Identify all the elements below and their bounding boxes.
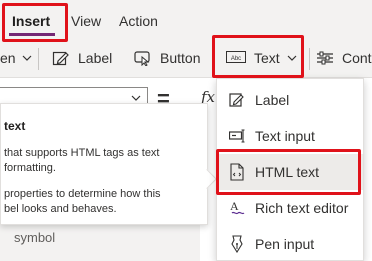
tooltip-line: bel looks and behaves. xyxy=(4,203,117,215)
menu-item-html-text-text: HTML text xyxy=(255,164,320,180)
tab-view[interactable]: View xyxy=(71,13,101,29)
menu-item-rich-text-editor-text: Rich text editor xyxy=(255,200,349,216)
tooltip-title: text xyxy=(4,119,26,133)
tooltip-line: formatting. xyxy=(4,162,56,174)
menu-item-text-input-text: Text input xyxy=(255,128,315,144)
ribbon-divider xyxy=(309,48,310,70)
menu-item-label-text: Label xyxy=(255,92,290,108)
text-button-label: Text xyxy=(254,50,280,66)
tooltip-line: properties to determine how this xyxy=(4,188,161,200)
label-button[interactable]: Label xyxy=(52,50,112,66)
canvas-item-label: symbol xyxy=(14,230,56,245)
button-button[interactable]: Button xyxy=(134,50,200,66)
chevron-down-icon xyxy=(131,95,141,101)
pen-nib-icon xyxy=(229,235,245,253)
controls-button[interactable]: Contr xyxy=(316,50,372,66)
menu-item-html-text[interactable]: HTML text xyxy=(217,154,363,190)
edit-pencil-icon xyxy=(229,91,245,109)
edit-pencil-icon xyxy=(52,50,70,66)
text-abc-icon: Abc xyxy=(226,50,246,66)
ribbon-partial-left-label: en xyxy=(0,50,16,66)
button-button-text: Button xyxy=(160,50,201,66)
text-controls-menu: Label Text input HTML text A Rich text e… xyxy=(216,78,364,261)
active-tab-indicator xyxy=(9,33,55,36)
menu-item-text-input[interactable]: Text input xyxy=(217,118,363,154)
text-dropdown-button[interactable]: Abc Text xyxy=(226,50,297,66)
svg-text:A: A xyxy=(230,199,239,213)
sliders-icon xyxy=(316,50,334,66)
menu-item-pen-input[interactable]: Pen input xyxy=(217,226,363,261)
button-cursor-icon xyxy=(134,50,152,66)
chevron-down-icon xyxy=(287,55,297,61)
menu-bar: Insert View Action xyxy=(0,0,372,40)
rich-text-icon: A xyxy=(229,199,245,217)
tab-action[interactable]: Action xyxy=(119,13,158,29)
menu-item-pen-input-text: Pen input xyxy=(255,236,315,252)
chevron-down-icon xyxy=(22,55,32,61)
tooltip-line: that supports HTML tags as text xyxy=(4,147,160,159)
text-input-icon xyxy=(229,127,245,145)
html-document-icon xyxy=(229,163,245,181)
menu-item-rich-text-editor[interactable]: A Rich text editor xyxy=(217,190,363,226)
ribbon-toolbar: en Label Button Abc Text Contr xyxy=(0,40,372,78)
html-text-tooltip: text that supports HTML tags as text for… xyxy=(0,103,208,225)
tab-insert[interactable]: Insert xyxy=(12,13,50,29)
controls-button-text: Contr xyxy=(342,50,372,66)
label-button-text: Label xyxy=(78,50,113,66)
menu-item-label[interactable]: Label xyxy=(217,82,363,118)
ribbon-partial-left[interactable]: en xyxy=(0,50,32,66)
ribbon-divider xyxy=(38,48,39,70)
text-icon-label: Abc xyxy=(231,56,241,62)
